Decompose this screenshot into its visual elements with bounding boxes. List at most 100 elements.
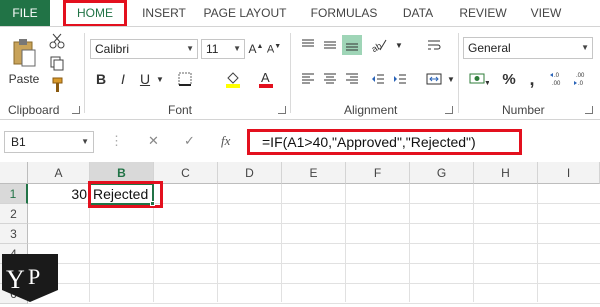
orientation-button[interactable]: ab [368,35,390,55]
column-header-e[interactable]: E [282,162,346,184]
wrap-text-icon [428,40,441,50]
underline-dropdown[interactable]: ▼ [155,69,165,89]
accounting-format-button[interactable]: ▼ [466,69,492,89]
clipboard-launcher-icon[interactable] [72,106,80,114]
paste-label: Paste [8,72,40,86]
ribbon: Paste Clipboard Calibri ▼ 11 ▼ A▲ A▼ B I… [0,26,600,120]
italic-button[interactable]: I [114,69,132,89]
name-box-value: B1 [11,135,26,149]
tab-insert[interactable]: INSERT [136,0,192,26]
worksheet-grid: A B C D E F G H I 1 2 3 4 5 6 30 Rejecte… [0,162,600,304]
name-box[interactable]: B1 ▼ [4,131,94,153]
decrease-indent-button[interactable] [368,69,388,89]
table-row [28,284,600,304]
tab-home[interactable]: HOME [63,0,127,26]
font-color-button[interactable]: A [256,69,276,89]
column-header-g[interactable]: G [410,162,474,184]
wrap-text-button[interactable] [424,35,444,55]
paste-button[interactable]: Paste [6,31,42,93]
paste-icon [13,39,36,67]
chevron-down-icon: ▼ [581,43,589,52]
underline-icon: U [139,71,151,87]
number-launcher-icon[interactable] [585,106,593,114]
shrink-font-icon: A▼ [266,42,282,56]
tab-page-layout[interactable]: PAGE LAYOUT [198,0,292,26]
column-header-b[interactable]: B [90,162,154,184]
chevron-down-icon: ▼ [447,74,455,84]
column-header-a[interactable]: A [28,162,90,184]
cell-a1[interactable]: 30 [28,184,90,204]
column-header-i[interactable]: I [538,162,600,184]
column-header-d[interactable]: D [218,162,282,184]
top-align-button[interactable] [298,35,318,55]
chevron-down-icon: ▼ [395,40,403,50]
merge-dropdown[interactable]: ▼ [446,69,456,89]
gridline [345,184,346,302]
comma-style-button[interactable]: , [524,69,540,89]
table-row [28,264,600,284]
orientation-dropdown[interactable]: ▼ [394,35,404,55]
decrease-decimal-button[interactable]: .00.0 [572,69,592,89]
group-divider [290,33,291,113]
increase-decimal-button[interactable]: .0.00 [548,69,568,89]
column-header-h[interactable]: H [474,162,538,184]
font-group-label: Font [168,103,193,117]
align-center-button[interactable] [320,69,340,89]
font-size-box[interactable]: 11 ▼ [201,39,245,59]
insert-function-button[interactable]: fx [221,133,230,149]
column-header-c[interactable]: C [154,162,218,184]
tab-formulas[interactable]: FORMULAS [306,0,382,26]
underline-button[interactable]: U [136,69,154,89]
select-all-corner[interactable] [0,162,28,184]
tab-review[interactable]: REVIEW [456,0,510,26]
fill-handle[interactable] [150,201,155,206]
number-format-box[interactable]: General ▼ [463,37,593,59]
font-launcher-icon[interactable] [278,106,286,114]
tab-file[interactable]: FILE [0,0,50,26]
shrink-font-button[interactable]: A▼ [266,39,282,59]
copy-button[interactable] [46,53,68,73]
formula-input[interactable]: =IF(A1>40,"Approved","Rejected") [247,129,522,155]
fill-color-button[interactable] [222,69,244,89]
row-header-1[interactable]: 1 [0,184,28,204]
format-painter-icon [52,77,63,92]
gridline [537,184,538,302]
currency-icon: ▼ [469,73,489,87]
alignment-launcher-icon[interactable] [445,106,453,114]
bold-button[interactable]: B [92,69,110,89]
chevron-down-icon: ▼ [156,74,164,84]
grow-font-button[interactable]: A▲ [248,39,264,59]
tab-data[interactable]: DATA [396,0,440,26]
increase-indent-button[interactable] [390,69,410,89]
bottom-align-button[interactable] [342,35,362,55]
align-right-button[interactable] [342,69,362,89]
merge-center-icon [426,73,442,85]
column-header-f[interactable]: F [346,162,410,184]
middle-align-icon [324,41,336,49]
ribbon-tabs: FILE HOME INSERT PAGE LAYOUT FORMULAS DA… [0,0,600,27]
svg-text:.0: .0 [554,73,560,79]
row-header-3[interactable]: 3 [0,224,28,244]
formula-bar: B1 ▼ ⋮ ✕ ✓ fx =IF(A1>40,"Approved","Reje… [0,128,600,156]
enter-icon[interactable]: ✓ [184,133,195,149]
number-group-label: Number [502,103,545,117]
table-row [28,204,600,224]
cancel-icon[interactable]: ✕ [148,133,159,149]
row-header-2[interactable]: 2 [0,204,28,224]
font-name-value: Calibri [95,42,130,56]
borders-button[interactable] [174,69,196,89]
chevron-down-icon: ▼ [186,44,194,53]
svg-text:.0: .0 [578,81,584,87]
align-left-button[interactable] [298,69,318,89]
increase-indent-icon [394,74,406,84]
format-painter-button[interactable] [46,75,68,95]
orientation-icon: ab [371,39,387,52]
middle-align-button[interactable] [320,35,340,55]
tab-view[interactable]: VIEW [524,0,568,26]
grow-font-icon: A▲ [248,42,264,56]
cut-button[interactable] [46,31,68,51]
align-left-icon [302,73,314,84]
merge-center-button[interactable] [424,69,444,89]
percent-style-button[interactable]: % [500,69,518,89]
font-name-box[interactable]: Calibri ▼ [90,39,198,59]
